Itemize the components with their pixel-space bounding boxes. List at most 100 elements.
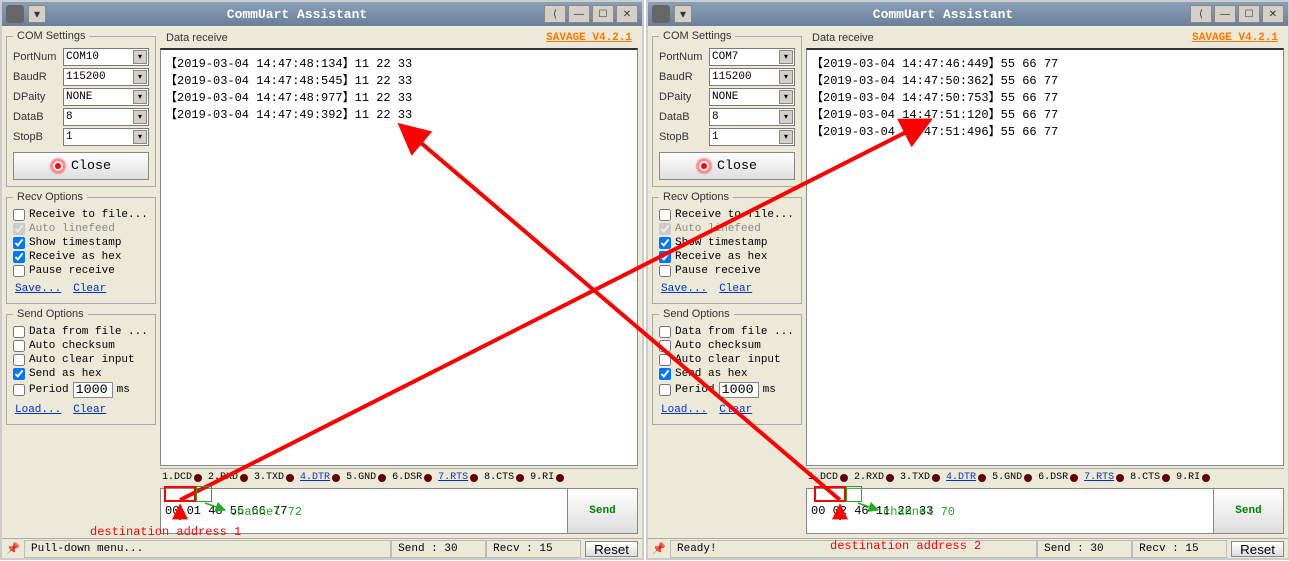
send-options-group: Send Options Data from file ... Auto che… <box>6 308 156 425</box>
period-input[interactable] <box>73 382 113 398</box>
nav-prev-icon[interactable]: ⟨ <box>544 5 566 23</box>
chevron-down-icon[interactable]: ▾ <box>779 90 793 104</box>
auto-checksum-checkbox[interactable] <box>13 340 25 352</box>
period-checkbox[interactable] <box>13 384 25 396</box>
data-from-file-checkbox[interactable] <box>659 326 671 338</box>
minimize-button[interactable]: — <box>568 5 590 23</box>
nav-down-icon[interactable]: ▾ <box>674 5 692 23</box>
portnum-select[interactable]: COM10▾ <box>63 48 149 66</box>
load-link[interactable]: Load... <box>15 404 61 416</box>
titlebar[interactable]: ▾ CommUart Assistant ⟨ — ☐ ✕ <box>2 2 642 26</box>
port-close-button[interactable]: Close <box>13 152 149 180</box>
period-input[interactable] <box>719 382 759 398</box>
pause-receive-checkbox[interactable] <box>659 265 671 277</box>
pin-icon[interactable]: 📌 <box>6 542 20 556</box>
signal-indicator: 9.RI <box>530 472 564 483</box>
receive-to-file-checkbox[interactable] <box>13 209 25 221</box>
maximize-button[interactable]: ☐ <box>592 5 614 23</box>
send-button[interactable]: Send <box>567 489 637 533</box>
show-timestamp-checkbox[interactable] <box>13 237 25 249</box>
signal-indicator: 6.DSR <box>392 472 432 483</box>
chevron-down-icon[interactable]: ▾ <box>133 110 147 124</box>
clear-recv-link[interactable]: Clear <box>73 283 106 295</box>
maximize-button[interactable]: ☐ <box>1238 5 1260 23</box>
highlight-channel-1 <box>196 486 212 502</box>
send-options-legend: Send Options <box>659 308 734 320</box>
close-button[interactable]: ✕ <box>616 5 638 23</box>
recv-options-legend: Recv Options <box>13 191 87 203</box>
minimize-button[interactable]: — <box>1214 5 1236 23</box>
period-label: Period <box>675 384 715 396</box>
chevron-down-icon[interactable]: ▾ <box>779 70 793 84</box>
highlight-address-2 <box>814 486 846 502</box>
send-as-hex-label: Send as hex <box>29 368 102 380</box>
statusbar: 📌 Pull-down menu... Send : 30 Recv : 15 … <box>2 538 642 558</box>
period-checkbox[interactable] <box>659 384 671 396</box>
close-button[interactable]: ✕ <box>1262 5 1284 23</box>
auto-linefeed-label: Auto linefeed <box>29 223 115 235</box>
send-as-hex-checkbox[interactable] <box>13 368 25 380</box>
nav-prev-icon[interactable]: ⟨ <box>1190 5 1212 23</box>
auto-checksum-label: Auto checksum <box>675 340 761 352</box>
nav-down-icon[interactable]: ▾ <box>28 5 46 23</box>
receive-to-file-checkbox[interactable] <box>659 209 671 221</box>
receive-box[interactable]: 【2019-03-04 14:47:48:134】11 22 33 【2019-… <box>160 48 638 466</box>
stopb-select[interactable]: 1▾ <box>709 128 795 146</box>
period-label: Period <box>29 384 69 396</box>
portnum-select[interactable]: COM7▾ <box>709 48 795 66</box>
chevron-down-icon[interactable]: ▾ <box>133 90 147 104</box>
highlight-address-1 <box>164 486 196 502</box>
chevron-down-icon[interactable]: ▾ <box>133 70 147 84</box>
clear-send-link[interactable]: Clear <box>73 404 106 416</box>
show-timestamp-checkbox[interactable] <box>659 237 671 249</box>
load-link[interactable]: Load... <box>661 404 707 416</box>
chevron-down-icon[interactable]: ▾ <box>133 130 147 144</box>
receive-as-hex-label: Receive as hex <box>29 251 121 263</box>
receive-as-hex-checkbox[interactable] <box>659 251 671 263</box>
status-led-icon <box>697 159 711 173</box>
receive-box[interactable]: 【2019-03-04 14:47:46:449】55 66 77 【2019-… <box>806 48 1284 466</box>
dpaity-label: DPaity <box>659 91 705 103</box>
auto-clear-checkbox[interactable] <box>13 354 25 366</box>
send-input[interactable] <box>807 489 1213 533</box>
datab-select[interactable]: 8▾ <box>63 108 149 126</box>
titlebar[interactable]: ▾ CommUart Assistant ⟨ — ☐ ✕ <box>648 2 1288 26</box>
chevron-down-icon[interactable]: ▾ <box>779 130 793 144</box>
chevron-down-icon[interactable]: ▾ <box>779 110 793 124</box>
port-close-button[interactable]: Close <box>659 152 795 180</box>
data-from-file-label: Data from file ... <box>675 326 794 338</box>
datab-select[interactable]: 8▾ <box>709 108 795 126</box>
reset-button[interactable]: Reset <box>1231 541 1284 557</box>
signal-indicator: 1.DCD <box>808 472 848 483</box>
send-button[interactable]: Send <box>1213 489 1283 533</box>
dpaity-select[interactable]: NONE▾ <box>63 88 149 106</box>
annotation-channel-1: channel 72 <box>230 505 302 519</box>
receive-as-hex-checkbox[interactable] <box>13 251 25 263</box>
stopb-select[interactable]: 1▾ <box>63 128 149 146</box>
baudr-select[interactable]: 115200▾ <box>63 68 149 86</box>
data-receive-label: Data receive <box>166 32 228 44</box>
pause-receive-checkbox[interactable] <box>13 265 25 277</box>
signal-status-line: 1.DCD2.RXD3.TXD4.DTR5.GND6.DSR7.RTS8.CTS… <box>806 468 1284 486</box>
save-link[interactable]: Save... <box>15 283 61 295</box>
signal-indicator: 1.DCD <box>162 472 202 483</box>
data-from-file-checkbox[interactable] <box>13 326 25 338</box>
dpaity-select[interactable]: NONE▾ <box>709 88 795 106</box>
auto-checksum-checkbox[interactable] <box>659 340 671 352</box>
send-options-legend: Send Options <box>13 308 88 320</box>
version-label[interactable]: SAVAGE V4.2.1 <box>1192 32 1278 44</box>
send-as-hex-checkbox[interactable] <box>659 368 671 380</box>
annotation-channel-2: channel 70 <box>883 505 955 519</box>
clear-recv-link[interactable]: Clear <box>719 283 752 295</box>
chevron-down-icon[interactable]: ▾ <box>133 50 147 64</box>
auto-clear-checkbox[interactable] <box>659 354 671 366</box>
portnum-label: PortNum <box>13 51 59 63</box>
version-label[interactable]: SAVAGE V4.2.1 <box>546 32 632 44</box>
chevron-down-icon[interactable]: ▾ <box>779 50 793 64</box>
save-link[interactable]: Save... <box>661 283 707 295</box>
clear-send-link[interactable]: Clear <box>719 404 752 416</box>
baudr-select[interactable]: 115200▾ <box>709 68 795 86</box>
reset-button[interactable]: Reset <box>585 541 638 557</box>
send-options-group: Send Options Data from file ... Auto che… <box>652 308 802 425</box>
pin-icon[interactable]: 📌 <box>652 542 666 556</box>
